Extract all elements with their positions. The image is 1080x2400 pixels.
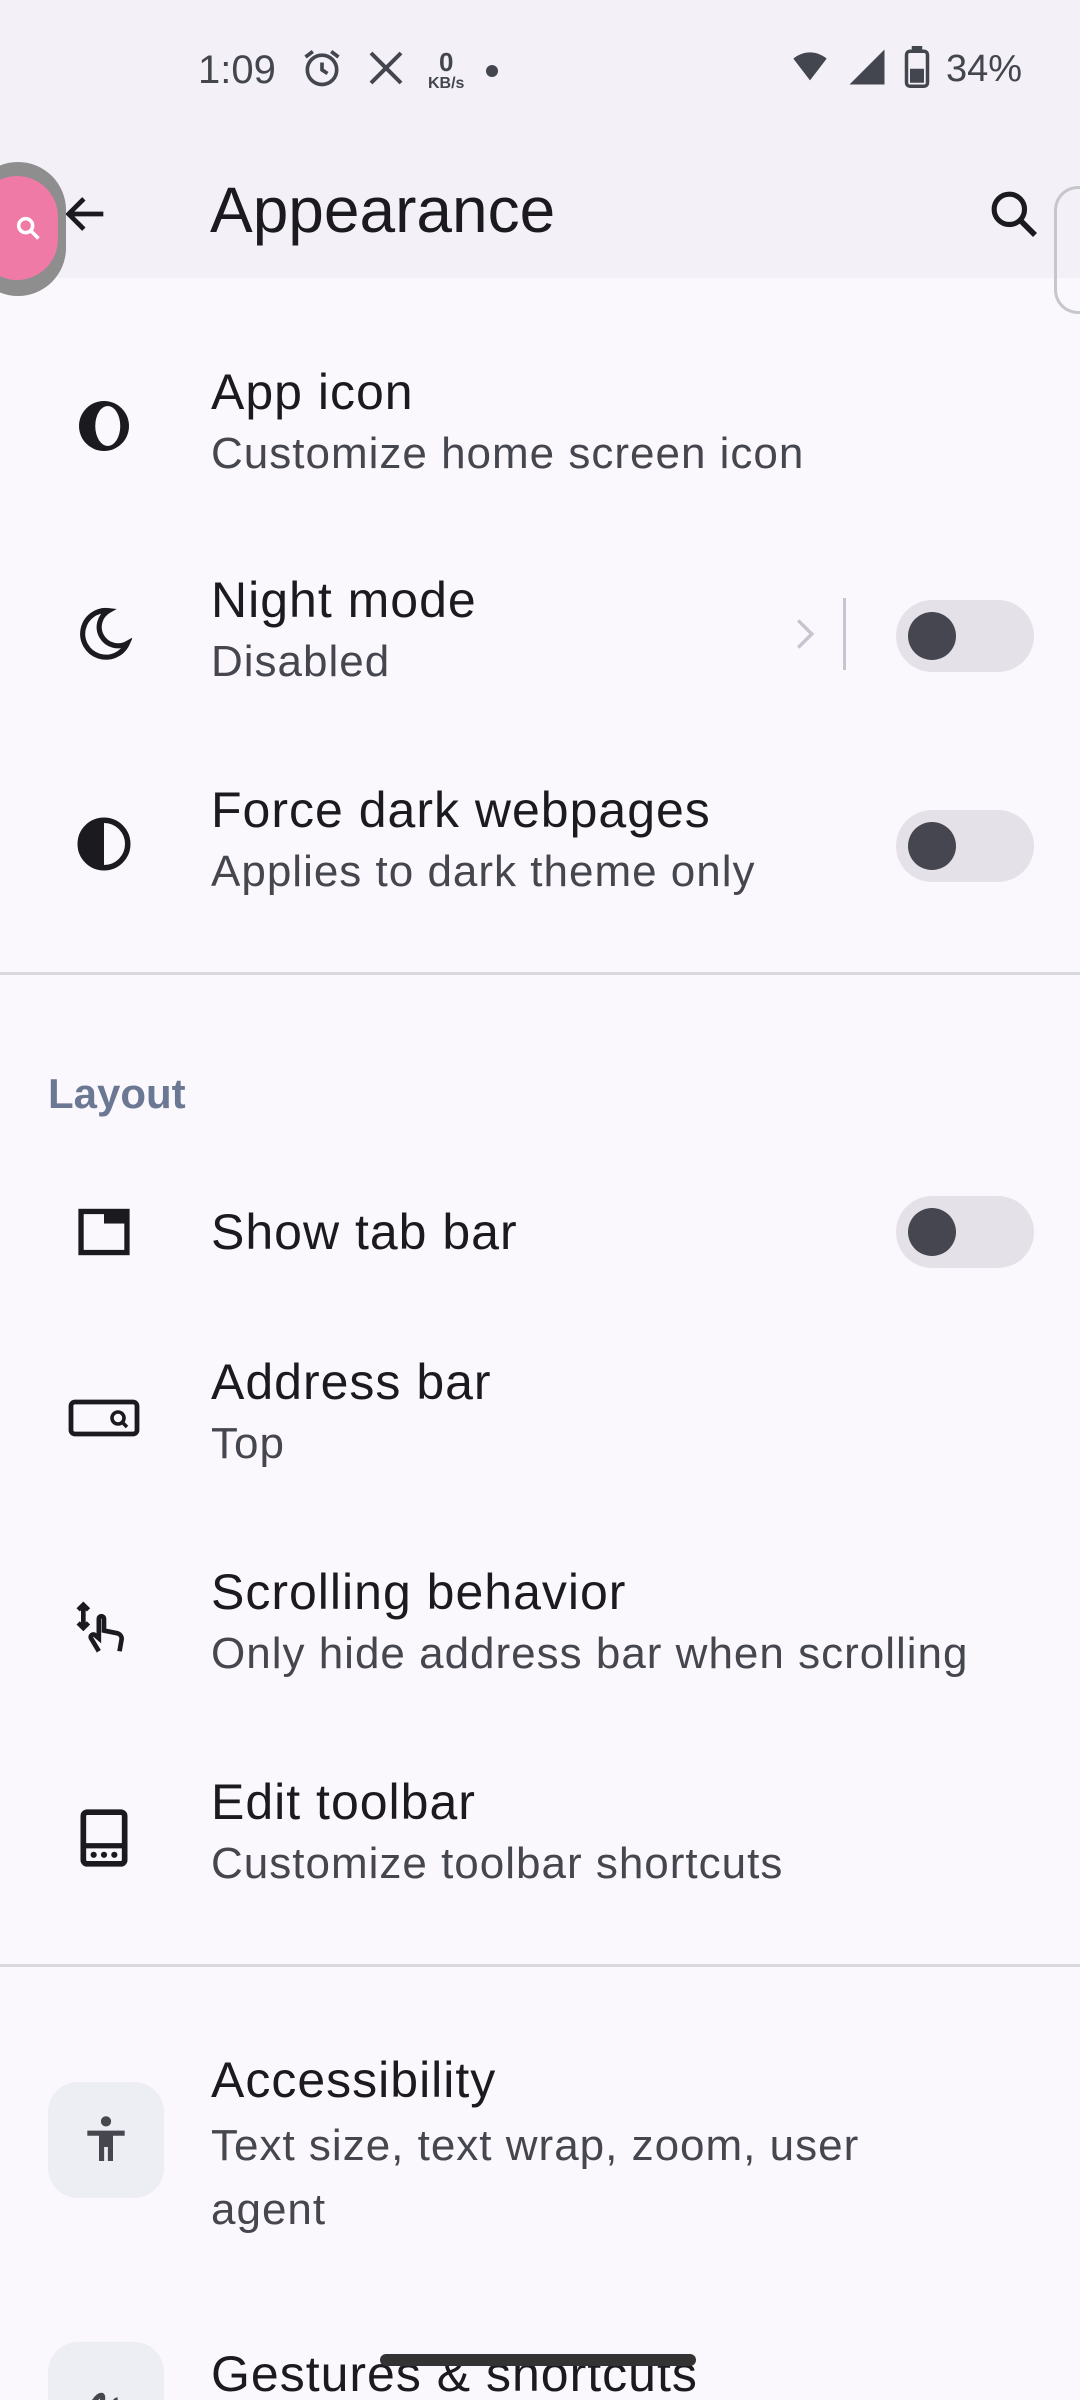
page-title: Appearance: [210, 174, 556, 246]
setting-title: App icon: [211, 364, 414, 420]
network-speed-unit: KB/s: [428, 74, 465, 92]
address-bar-icon: [64, 1380, 144, 1460]
status-bar: 1:09 0 KB/s 34%: [0, 0, 1080, 150]
setting-force-dark[interactable]: Force dark webpages Applies to dark them…: [0, 760, 1080, 940]
network-speed: 0 KB/s: [428, 49, 464, 93]
setting-title: Force dark webpages: [211, 782, 711, 838]
setting-subtitle: Customize home screen icon: [211, 429, 805, 478]
setting-title: Night mode: [211, 572, 477, 628]
setting-title: Gestures & shortcuts: [211, 2346, 698, 2400]
setting-title: Address bar: [211, 1354, 492, 1410]
setting-subtitle-line1: Text size, text wrap, zoom, user: [211, 2121, 860, 2170]
setting-night-mode[interactable]: Night mode Disabled: [0, 550, 1080, 730]
setting-title: Show tab bar: [211, 1204, 518, 1260]
setting-show-tab-bar[interactable]: Show tab bar: [0, 1170, 1080, 1294]
setting-subtitle: Applies to dark theme only: [211, 847, 756, 896]
night-mode-switch[interactable]: [896, 600, 1034, 672]
force-dark-switch[interactable]: [896, 810, 1034, 882]
switch-knob: [908, 1208, 956, 1256]
setting-scrolling-behavior[interactable]: Scrolling behavior Only hide address bar…: [0, 1540, 1080, 1720]
app-bar: Appearance: [0, 150, 1080, 278]
setting-title: Accessibility: [211, 2052, 497, 2108]
swipe-vertical-icon: [64, 1588, 144, 1668]
setting-accessibility[interactable]: Accessibility Text size, text wrap, zoom…: [0, 2040, 1080, 2240]
switch-knob: [908, 822, 956, 870]
setting-address-bar[interactable]: Address bar Top: [0, 1330, 1080, 1510]
home-indicator[interactable]: [380, 2354, 696, 2366]
network-speed-value: 0: [438, 46, 454, 77]
section-divider: [0, 972, 1080, 975]
battery-level: 34%: [945, 48, 1022, 90]
setting-subtitle: Only hide address bar when scrolling: [211, 1629, 969, 1678]
notification-dot-icon: [486, 64, 499, 77]
cell-signal-icon: [846, 46, 888, 93]
section-label-layout: Layout: [48, 1070, 186, 1117]
search-icon: [16, 216, 40, 240]
setting-subtitle-line2: agent: [211, 2185, 327, 2234]
status-time: 1:09: [198, 48, 276, 92]
status-icons-right: 34%: [790, 46, 1022, 93]
tab-icon: [64, 1192, 144, 1272]
chevron-right-icon: [790, 614, 820, 654]
gesture-icon: [48, 2342, 164, 2400]
wifi-icon: [790, 47, 830, 92]
arrow-back-icon: [65, 197, 104, 231]
edge-panel-handle[interactable]: [1054, 186, 1080, 314]
x-app-icon: [366, 48, 406, 93]
setting-subtitle: Disabled: [211, 637, 391, 686]
section-divider: [0, 1964, 1080, 1967]
toolbar-icon: [64, 1798, 144, 1878]
moon-icon: [64, 594, 144, 674]
search-icon: [991, 191, 1037, 237]
alarm-icon: [300, 46, 344, 95]
vertical-divider: [843, 598, 846, 670]
setting-subtitle: Customize toolbar shortcuts: [211, 1839, 784, 1888]
setting-app-icon[interactable]: App icon Customize home screen icon: [0, 340, 1080, 520]
app-icon-icon: [64, 386, 144, 466]
setting-title: Edit toolbar: [211, 1774, 476, 1830]
status-icons-left: 0 KB/s: [300, 46, 499, 95]
accessibility-icon: [48, 2082, 164, 2198]
switch-knob: [908, 612, 956, 660]
battery-icon: [904, 46, 930, 93]
setting-subtitle: Top: [211, 1419, 285, 1468]
search-button[interactable]: [964, 164, 1064, 264]
setting-edit-toolbar[interactable]: Edit toolbar Customize toolbar shortcuts: [0, 1750, 1080, 1930]
setting-title: Scrolling behavior: [211, 1564, 627, 1620]
show-tab-bar-switch[interactable]: [896, 1196, 1034, 1268]
contrast-icon: [64, 804, 144, 884]
